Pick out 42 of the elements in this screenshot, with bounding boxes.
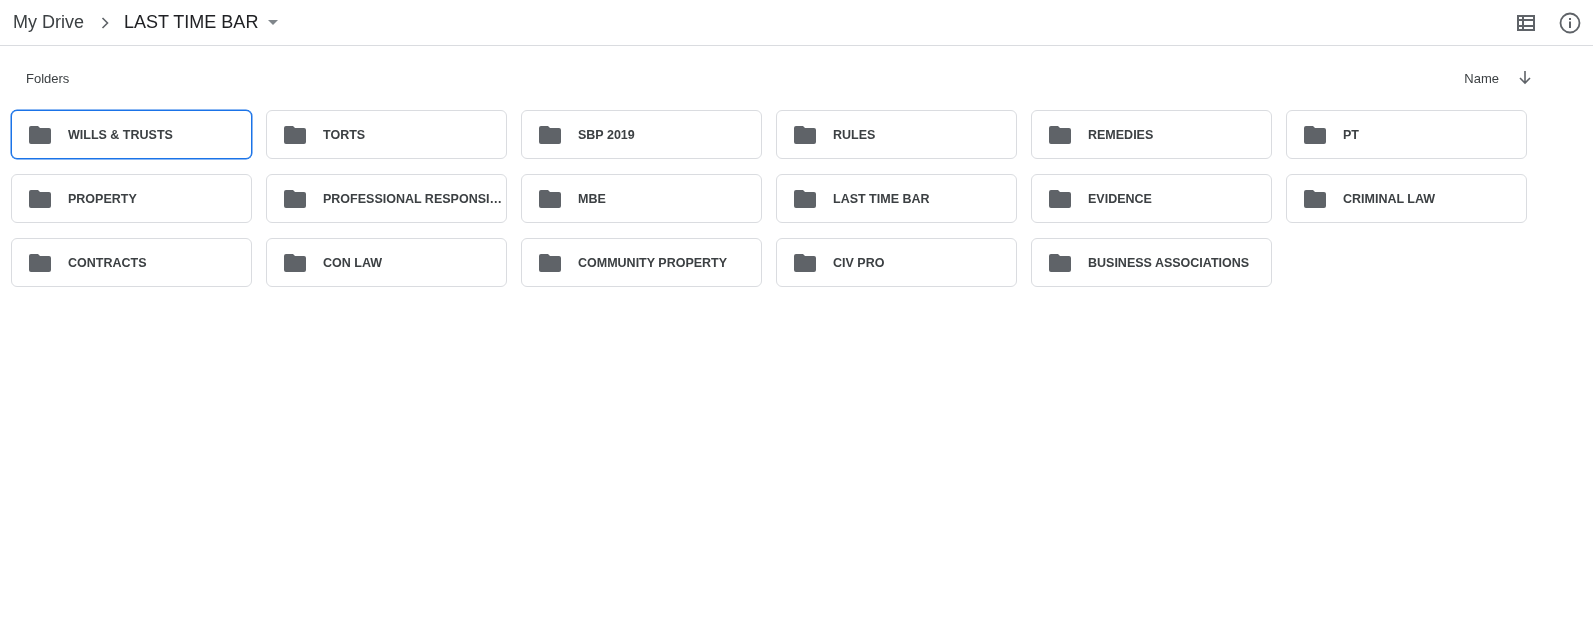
folder-card[interactable]: RULES — [776, 110, 1017, 159]
info-icon[interactable] — [1559, 11, 1581, 34]
current-folder-title[interactable]: LAST TIME BAR — [124, 12, 259, 33]
folder-icon — [29, 253, 51, 272]
folder-card[interactable]: WILLS & TRUSTS — [11, 110, 252, 159]
list-view-icon[interactable] — [1517, 14, 1535, 31]
dropdown-caret-icon[interactable] — [268, 19, 279, 26]
folder-icon — [284, 253, 306, 272]
sort-direction-arrow-icon[interactable] — [1519, 71, 1531, 85]
folder-icon — [539, 189, 561, 208]
folder-card[interactable]: COMMUNITY PROPERTY — [521, 238, 762, 287]
folder-icon — [284, 125, 306, 144]
folder-card[interactable]: EVIDENCE — [1031, 174, 1272, 223]
folder-card[interactable]: CIV PRO — [776, 238, 1017, 287]
folder-card[interactable]: PT — [1286, 110, 1527, 159]
folder-card[interactable]: MBE — [521, 174, 762, 223]
folder-card[interactable]: BUSINESS ASSOCIATIONS — [1031, 238, 1272, 287]
folder-icon — [29, 125, 51, 144]
folder-icon — [1304, 125, 1326, 144]
folder-icon — [794, 253, 816, 272]
folder-card[interactable]: PROPERTY — [11, 174, 252, 223]
folder-card[interactable]: PROFESSIONAL RESPONSI… — [266, 174, 507, 223]
breadcrumb-link[interactable]: My Drive — [13, 12, 84, 33]
folder-icon — [284, 189, 306, 208]
folder-icon — [794, 189, 816, 208]
folder-icon — [29, 189, 51, 208]
folder-icon — [1304, 189, 1326, 208]
folder-icon — [1049, 125, 1071, 144]
folder-card[interactable]: CRIMINAL LAW — [1286, 174, 1527, 223]
folder-card[interactable]: SBP 2019 — [521, 110, 762, 159]
folder-icon — [1049, 253, 1071, 272]
folder-card[interactable]: CONTRACTS — [11, 238, 252, 287]
section-label: Folders — [26, 70, 70, 86]
folder-icon — [539, 125, 561, 144]
sort-button[interactable]: Name — [1464, 70, 1499, 86]
folder-icon — [539, 253, 561, 272]
folder-icon — [1049, 189, 1071, 208]
folder-icon — [794, 125, 816, 144]
folder-card[interactable]: TORTS — [266, 110, 507, 159]
folder-card[interactable]: LAST TIME BAR — [776, 174, 1017, 223]
folder-card[interactable]: REMEDIES — [1031, 110, 1272, 159]
folder-card[interactable]: CON LAW — [266, 238, 507, 287]
